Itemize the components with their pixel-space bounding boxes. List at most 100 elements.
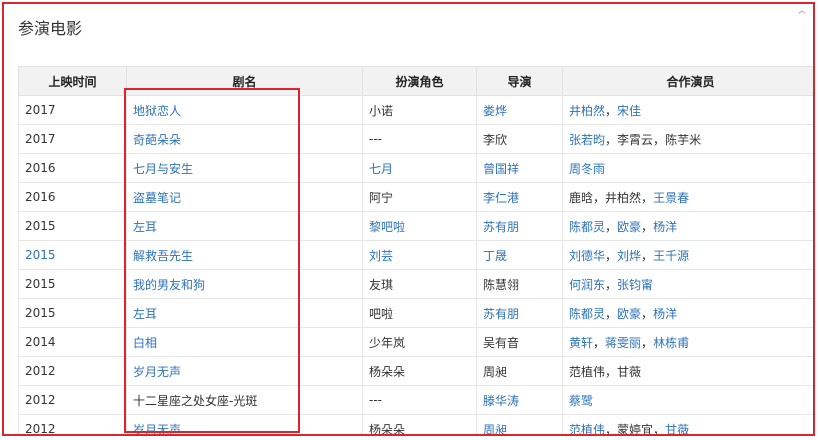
costar-separator: ， bbox=[653, 422, 666, 436]
chevron-up-icon[interactable]: ⌃ bbox=[795, 10, 813, 24]
table-row: 2015 左耳 黎吧啦 苏有朋 陈都灵，欧豪，杨洋 bbox=[18, 211, 813, 241]
costar-name: 陈芋米 bbox=[665, 132, 702, 147]
film-title-link[interactable]: 岁月无声 bbox=[126, 356, 363, 386]
film-title-link[interactable]: 七月与安生 bbox=[126, 153, 363, 183]
director-link[interactable]: 娄烨 bbox=[476, 95, 563, 125]
role-text: 友琪 bbox=[362, 269, 477, 299]
release-year-cell: 2015 bbox=[18, 298, 127, 328]
costars-cell: 刘德华，刘烨，王千源 bbox=[562, 240, 813, 270]
film-title-link[interactable]: 岁月无声 bbox=[126, 414, 363, 434]
costar-separator: ， bbox=[605, 248, 618, 263]
costar-separator: ， bbox=[653, 132, 666, 147]
costar-name: 范植伟 bbox=[569, 364, 606, 379]
costar-link[interactable]: 陈都灵 bbox=[569, 220, 605, 234]
release-year-cell[interactable]: 2015 bbox=[18, 240, 127, 270]
costar-link[interactable]: 黄轩 bbox=[569, 336, 593, 350]
costars-cell: 陈都灵，欧豪，杨洋 bbox=[562, 211, 813, 241]
director-text: 李欣 bbox=[476, 124, 563, 154]
costar-separator: ， bbox=[641, 219, 654, 234]
costar-link[interactable]: 张钧甯 bbox=[617, 278, 653, 292]
release-year-cell: 2012 bbox=[18, 414, 127, 434]
film-title-link[interactable]: 白相 bbox=[126, 327, 363, 357]
role-text: 吧啦 bbox=[362, 298, 477, 328]
role-link[interactable]: 黎吧啦 bbox=[362, 211, 477, 241]
table-row: 2014 白相 少年岚 吴有音 黄轩，蒋雯丽，林栋甫 bbox=[18, 327, 813, 357]
costars-cell: 陈都灵，欧豪，杨洋 bbox=[562, 298, 813, 328]
director-link[interactable]: 滕华涛 bbox=[476, 385, 563, 415]
director-link[interactable]: 李仁港 bbox=[476, 182, 563, 212]
director-text: 吴有音 bbox=[476, 327, 563, 357]
release-year-cell: 2014 bbox=[18, 327, 127, 357]
costar-link[interactable]: 王景春 bbox=[653, 191, 689, 205]
costar-separator: ， bbox=[593, 190, 606, 205]
director-link[interactable]: 曾国祥 bbox=[476, 153, 563, 183]
role-text: --- bbox=[362, 124, 477, 154]
table-row: 2016 七月与安生 七月 曾国祥 周冬雨 bbox=[18, 153, 813, 183]
costar-separator: ， bbox=[605, 103, 618, 118]
costar-separator: ， bbox=[641, 248, 654, 263]
costars-cell: 周冬雨 bbox=[562, 153, 813, 183]
table-row: 2016 盗墓笔记 阿宁 李仁港 鹿晗，井柏然，王景春 bbox=[18, 182, 813, 212]
film-title-link[interactable]: 左耳 bbox=[126, 298, 363, 328]
costars-cell: 黄轩，蒋雯丽，林栋甫 bbox=[562, 327, 813, 357]
costars-cell: 何润东，张钧甯 bbox=[562, 269, 813, 299]
costar-link[interactable]: 井柏然 bbox=[569, 104, 605, 118]
costar-link[interactable]: 蒋雯丽 bbox=[605, 336, 641, 350]
film-title-link[interactable]: 盗墓笔记 bbox=[126, 182, 363, 212]
table-row: 2012 十二星座之处女座-光斑 --- 滕华涛 蔡鹭 bbox=[18, 385, 813, 415]
role-text: 杨朵朵 bbox=[362, 414, 477, 434]
costar-link[interactable]: 杨洋 bbox=[653, 220, 677, 234]
column-header-role: 扮演角色 bbox=[362, 66, 477, 96]
film-title-link[interactable]: 解救吾先生 bbox=[126, 240, 363, 270]
director-link[interactable]: 周昶 bbox=[476, 414, 563, 434]
costar-link[interactable]: 欧豪 bbox=[617, 220, 641, 234]
costar-link[interactable]: 欧豪 bbox=[617, 307, 641, 321]
film-title-link[interactable]: 我的男友和狗 bbox=[126, 269, 363, 299]
costar-link[interactable]: 陈都灵 bbox=[569, 307, 605, 321]
film-title-link[interactable]: 地狱恋人 bbox=[126, 95, 363, 125]
column-header-title: 剧名 bbox=[126, 66, 363, 96]
costar-name: 井柏然 bbox=[605, 190, 642, 205]
costar-link[interactable]: 杨洋 bbox=[653, 307, 677, 321]
table-body: 2017 地狱恋人 小诺 娄烨 井柏然，宋佳 2017 奇葩朵朵 --- 李欣 张若昀，李霄云，陈… bbox=[18, 95, 813, 436]
film-title-text: 十二星座之处女座-光斑 bbox=[126, 385, 363, 415]
costars-cell: 范植伟，甘薇 bbox=[562, 356, 813, 386]
costars-cell: 蔡鹭 bbox=[562, 385, 813, 415]
role-link[interactable]: 七月 bbox=[362, 153, 477, 183]
release-year-cell: 2015 bbox=[18, 269, 127, 299]
panel-title: 参演电影 bbox=[18, 19, 83, 38]
column-header-year: 上映时间 bbox=[18, 66, 127, 96]
role-text: 小诺 bbox=[362, 95, 477, 125]
director-link[interactable]: 苏有朋 bbox=[476, 298, 563, 328]
costar-separator: ， bbox=[605, 132, 618, 147]
film-title-link[interactable]: 左耳 bbox=[126, 211, 363, 241]
costar-separator: ， bbox=[593, 335, 606, 350]
release-year-cell: 2015 bbox=[18, 211, 127, 241]
costar-link[interactable]: 张若昀 bbox=[569, 133, 605, 147]
costar-link[interactable]: 林栋甫 bbox=[653, 336, 689, 350]
costar-link[interactable]: 蔡鹭 bbox=[569, 394, 593, 408]
release-year-cell: 2017 bbox=[18, 124, 127, 154]
table-row: 2015 我的男友和狗 友琪 陈慧翎 何润东，张钧甯 bbox=[18, 269, 813, 299]
panel-header: 参演电影 ⌃ bbox=[4, 4, 813, 52]
costar-separator: ， bbox=[605, 306, 618, 321]
costar-separator: ， bbox=[641, 335, 654, 350]
costar-link[interactable]: 王千源 bbox=[653, 249, 689, 263]
costars-cell: 井柏然，宋佳 bbox=[562, 95, 813, 125]
table-row: 2017 奇葩朵朵 --- 李欣 张若昀，李霄云，陈芋米 bbox=[18, 124, 813, 154]
costar-link[interactable]: 宋佳 bbox=[617, 104, 641, 118]
film-title-link[interactable]: 奇葩朵朵 bbox=[126, 124, 363, 154]
costar-separator: ， bbox=[605, 277, 618, 292]
director-link[interactable]: 苏有朋 bbox=[476, 211, 563, 241]
costar-link[interactable]: 范植伟 bbox=[569, 423, 605, 435]
costar-link[interactable]: 刘烨 bbox=[617, 249, 641, 263]
costar-separator: ， bbox=[641, 190, 654, 205]
role-link[interactable]: 刘芸 bbox=[362, 240, 477, 270]
costar-link[interactable]: 甘薇 bbox=[665, 423, 689, 435]
table-row: 2015 解救吾先生 刘芸 丁晟 刘德华，刘烨，王千源 bbox=[18, 240, 813, 270]
costar-link[interactable]: 何润东 bbox=[569, 278, 605, 292]
costar-link[interactable]: 周冬雨 bbox=[569, 162, 605, 176]
costar-link[interactable]: 刘德华 bbox=[569, 249, 605, 263]
release-year-cell: 2017 bbox=[18, 95, 127, 125]
director-link[interactable]: 丁晟 bbox=[476, 240, 563, 270]
